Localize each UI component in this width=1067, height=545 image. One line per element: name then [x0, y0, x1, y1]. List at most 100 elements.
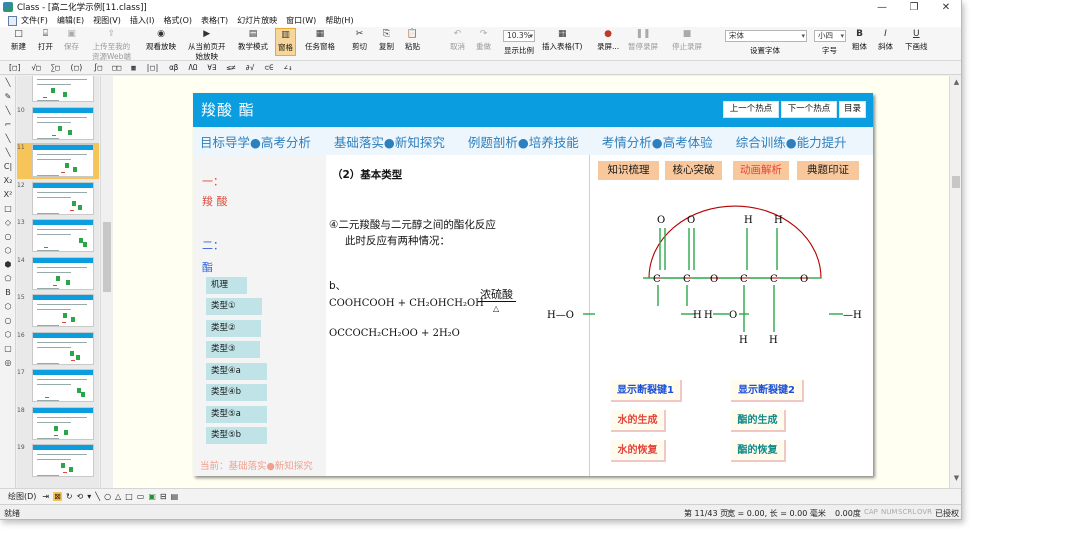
pentagon-tool-icon[interactable]: ⬠ — [0, 272, 16, 286]
upload-button[interactable]: ⇪ 上传至我的 资源Web端 — [92, 29, 131, 62]
textbox-icon[interactable]: ▭ — [137, 492, 145, 501]
formula-sum-icon[interactable]: ∑□ — [51, 63, 60, 72]
formula-greek-upper-icon[interactable]: ΛΩ — [188, 63, 197, 72]
formula-integral-icon[interactable]: ∫□ — [93, 63, 102, 72]
side-item-type4a[interactable]: 类型④a — [206, 363, 267, 380]
hexagon-filled-tool-icon[interactable]: ⬢ — [0, 258, 16, 272]
cut-button[interactable]: ✂ 剪切 — [352, 29, 367, 52]
formula-abs-icon[interactable]: |□| — [146, 63, 160, 72]
water-formation-button[interactable]: 水的生成 — [611, 410, 666, 432]
pen-tool-icon[interactable]: ✎ — [0, 90, 16, 104]
show-break-bond-1-button[interactable]: 显示断裂键1 — [611, 380, 682, 402]
play-from-current-button[interactable]: ▶ 从当前页开 始放映 — [188, 29, 226, 62]
formula-matrix-icon[interactable]: □□ — [112, 63, 121, 72]
formula-relation-icon[interactable]: ≤≠ — [226, 63, 235, 72]
font-size-select[interactable]: 小四 — [814, 30, 846, 42]
side-item-type5a[interactable]: 类型⑤a — [206, 406, 267, 423]
slide-thumbnail[interactable] — [17, 76, 99, 104]
side-item-type5b[interactable]: 类型⑤b — [206, 427, 267, 444]
select-arrow-icon[interactable]: ⇥ — [42, 492, 49, 501]
italic-button[interactable]: I 斜体 — [878, 29, 893, 52]
stop-record-button[interactable]: ■ 停止录屏 — [672, 29, 702, 52]
pane-button[interactable]: ▥ 窗格 — [275, 28, 296, 56]
menu-slideshow[interactable]: 幻灯片放映 — [237, 15, 277, 26]
target-tool-icon[interactable]: ◎ — [0, 356, 16, 370]
menu-table[interactable]: 表格(T) — [201, 15, 228, 26]
paste-button[interactable]: 📋 粘贴 — [405, 29, 420, 52]
tag-animation[interactable]: 动画解析 — [733, 161, 789, 180]
toc-button[interactable]: 目录 — [839, 101, 866, 118]
angle-tool-icon[interactable]: ⌐ — [0, 118, 16, 132]
draw-menu[interactable]: 绘图(D) — [8, 491, 36, 502]
scroll-down-icon[interactable]: ▼ — [950, 474, 961, 482]
redo-button[interactable]: ↷ 重做 — [476, 29, 491, 52]
chart-icon[interactable]: ▤ — [171, 492, 179, 501]
formula-set-icon[interactable]: ⊂∈ — [264, 63, 273, 72]
task-pane-button[interactable]: ▦ 任务窗格 — [305, 29, 335, 52]
tag-core[interactable]: 核心突破 — [665, 161, 722, 180]
subscript-icon[interactable]: X₂ — [0, 174, 16, 188]
menu-window[interactable]: 窗口(W) — [286, 15, 316, 26]
slide-thumbnail[interactable]: 14 — [17, 256, 99, 292]
picture-icon[interactable]: ▣ — [148, 492, 156, 501]
pause-record-button[interactable]: ❚❚ 暂停录屏 — [628, 29, 658, 52]
formula-arrow-icon[interactable]: ∠↓ — [283, 63, 292, 72]
minimize-icon[interactable]: — — [866, 0, 898, 14]
slide-thumbnail[interactable]: 16 — [17, 331, 99, 367]
rectangle-tool-icon[interactable]: □ — [0, 202, 16, 216]
thumbnail-scrollbar[interactable] — [100, 76, 112, 488]
formula-paren-icon[interactable]: (□) — [70, 63, 84, 72]
prev-hotspot-button[interactable]: 上一个热点 — [723, 101, 779, 118]
benzene-tool-icon[interactable]: B — [0, 286, 16, 300]
line-tool-icon[interactable]: ╲ — [0, 76, 16, 90]
slide-thumbnail[interactable]: 13 — [17, 218, 99, 254]
scroll-up-icon[interactable]: ▲ — [950, 78, 961, 86]
diamond-tool-icon[interactable]: ◇ — [0, 216, 16, 230]
tag-examples[interactable]: 典题印证 — [797, 161, 859, 180]
menu-help[interactable]: 帮助(H) — [325, 15, 353, 26]
hexagon-tool-icon[interactable]: ⬡ — [0, 300, 16, 314]
menu-view[interactable]: 视图(V) — [93, 15, 121, 26]
formula-calculus-icon[interactable]: ∂√ — [245, 63, 254, 72]
hexagon-tool-icon[interactable]: ⬡ — [0, 244, 16, 258]
menu-file[interactable]: 文件(F) — [21, 15, 48, 26]
menu-edit[interactable]: 编辑(E) — [57, 15, 84, 26]
line-tool-icon[interactable]: ╲ — [0, 132, 16, 146]
hexagon-tool-icon[interactable]: ⬡ — [0, 328, 16, 342]
teach-mode-button[interactable]: ▤ 教学模式 — [238, 29, 268, 52]
autoshape-icon[interactable]: ▾ — [87, 492, 91, 501]
nav-item-training[interactable]: 综合训练●能力提升 — [736, 132, 847, 151]
formula-bracket-icon[interactable]: [□] — [8, 63, 22, 72]
rectangle-shape-icon[interactable]: □ — [125, 492, 133, 501]
slide-thumbnail[interactable]: 18 — [17, 406, 99, 442]
close-icon[interactable]: ✕ — [930, 0, 961, 14]
new-button[interactable]: □ 新建 — [11, 29, 26, 52]
side-item-mechanism[interactable]: 机理 — [206, 277, 247, 294]
water-recover-button[interactable]: 水的恢复 — [611, 440, 666, 462]
font-select[interactable]: 宋体 — [725, 30, 807, 42]
copy-button[interactable]: ⎘ 复制 — [379, 29, 394, 52]
menu-format[interactable]: 格式(O) — [163, 15, 192, 26]
undo-button[interactable]: ↶ 取消 — [450, 29, 465, 52]
side-item-type3[interactable]: 类型③ — [206, 341, 260, 358]
wordart-icon[interactable]: ⊟ — [160, 492, 167, 501]
circle-tool-icon[interactable]: ○ — [0, 314, 16, 328]
underline-button[interactable]: U 下画线 — [905, 29, 928, 52]
canvas-scrollbar[interactable]: ▲ ▼ — [949, 76, 961, 488]
nav-item-exams[interactable]: 考情分析●高考体验 — [602, 132, 713, 151]
section-ester[interactable]: 酯 — [202, 259, 213, 275]
circle-tool-icon[interactable]: ○ — [0, 230, 16, 244]
zoom-select[interactable]: 10.3% — [503, 30, 535, 42]
oval-shape-icon[interactable]: ○ — [104, 492, 111, 501]
menu-insert[interactable]: 插入(I) — [130, 15, 155, 26]
ester-formation-button[interactable]: 酯的生成 — [731, 410, 786, 432]
record-button[interactable]: ● 录屏... — [597, 29, 619, 52]
clear-format-icon[interactable]: C| — [0, 160, 16, 174]
slide-thumbnail[interactable]: 12 — [17, 181, 99, 217]
triangle-shape-icon[interactable]: △ — [115, 492, 121, 501]
save-button[interactable]: ▣ 保存 — [64, 29, 79, 52]
slide-thumbnail[interactable]: 10 — [17, 106, 99, 142]
thumbnail-scroll-knob[interactable] — [103, 222, 111, 292]
side-item-type4b[interactable]: 类型④b — [206, 384, 267, 401]
section-carboxylic-acid[interactable]: 羧 酸 — [202, 193, 228, 209]
